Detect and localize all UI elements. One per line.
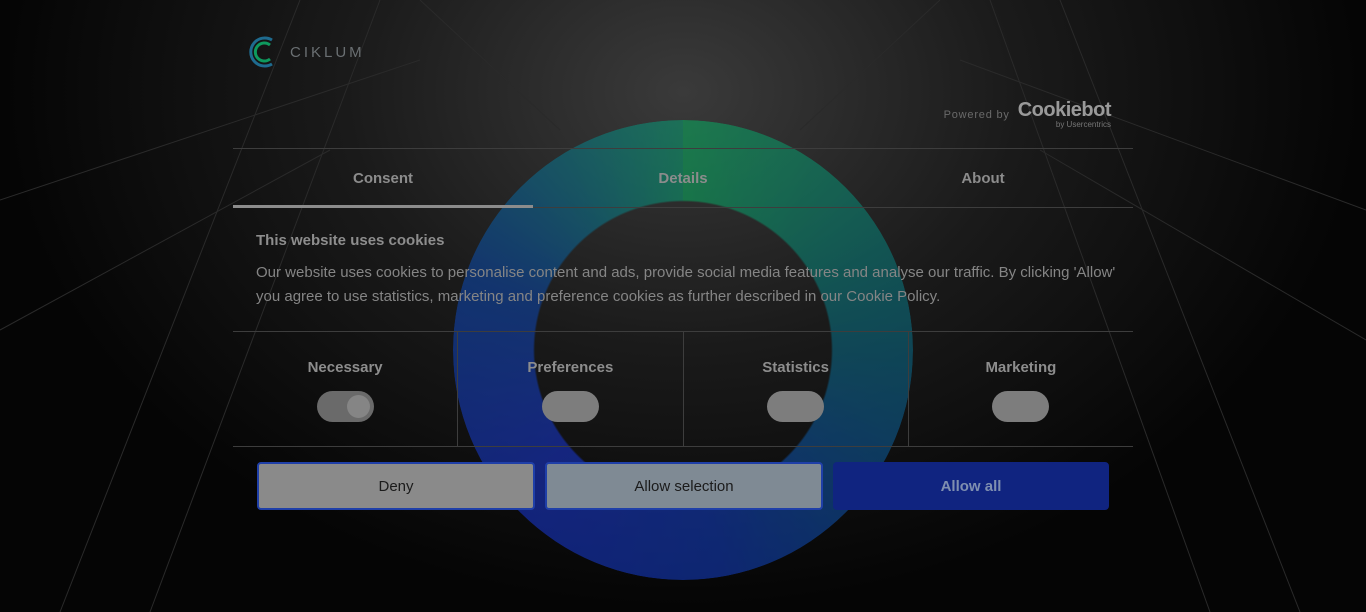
category-toggles: Necessary Preferences Statistics Marketi… bbox=[233, 331, 1133, 447]
deny-button[interactable]: Deny bbox=[257, 462, 535, 510]
cookiebot-logo: Cookiebot by Usercentrics bbox=[1017, 99, 1112, 129]
consent-buttons: Deny Allow selection Allow all bbox=[257, 462, 1109, 510]
category-label: Necessary bbox=[307, 359, 383, 376]
category-preferences: Preferences bbox=[457, 332, 682, 446]
category-necessary: Necessary bbox=[233, 332, 457, 446]
consent-content: This website uses cookies Our website us… bbox=[256, 232, 1116, 309]
dialog-tabs: Consent Details About bbox=[233, 148, 1133, 208]
category-statistics: Statistics bbox=[682, 332, 908, 446]
category-label: Preferences bbox=[527, 359, 614, 376]
marketing-toggle[interactable] bbox=[992, 391, 1050, 422]
powered-by-cookiebot[interactable]: Powered by Cookiebot by Usercentrics bbox=[943, 99, 1112, 129]
allow-selection-button[interactable]: Allow selection bbox=[545, 462, 823, 510]
powered-by-label: Powered by bbox=[943, 108, 1010, 121]
cookiebot-brand: Cookiebot bbox=[1017, 99, 1112, 121]
necessary-toggle[interactable] bbox=[316, 391, 374, 422]
category-label: Marketing bbox=[985, 359, 1057, 376]
cookiebot-sub: by Usercentrics bbox=[1055, 120, 1111, 129]
allow-all-button[interactable]: Allow all bbox=[833, 462, 1109, 510]
tab-consent[interactable]: Consent bbox=[233, 149, 533, 208]
tab-details[interactable]: Details bbox=[533, 149, 833, 207]
preferences-toggle[interactable] bbox=[541, 391, 599, 422]
consent-body: Our website uses cookies to personalise … bbox=[256, 264, 1116, 305]
category-marketing: Marketing bbox=[907, 332, 1133, 446]
tab-about[interactable]: About bbox=[833, 149, 1133, 207]
toggle-knob bbox=[346, 395, 370, 418]
category-label: Statistics bbox=[762, 359, 829, 376]
statistics-toggle[interactable] bbox=[767, 391, 825, 422]
consent-heading: This website uses cookies bbox=[256, 232, 445, 249]
cookie-consent-dialog: Powered by Cookiebot by Usercentrics Con… bbox=[233, 0, 1133, 560]
